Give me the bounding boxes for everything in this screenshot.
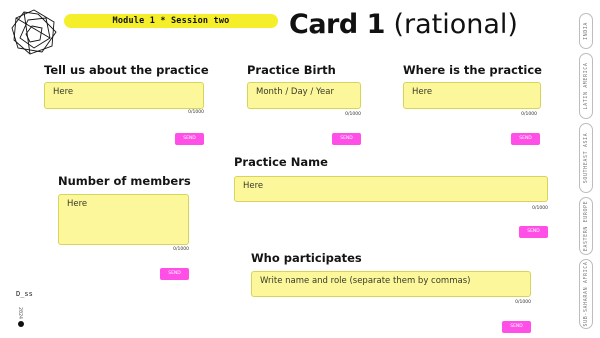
practice-name-label: Practice Name (234, 155, 328, 169)
practice-description-label: Tell us about the practice (44, 63, 209, 77)
geometric-logo-icon (8, 8, 60, 56)
practice-description-input[interactable]: Here (44, 82, 204, 109)
participants-input[interactable]: Write name and role (separate them by co… (251, 271, 531, 297)
practice-birth-label: Practice Birth (247, 63, 336, 77)
practice-birth-date-input[interactable]: Month / Day / Year (247, 82, 361, 109)
practice-location-input[interactable]: Here (403, 82, 541, 109)
tab-india-label: INDIA (583, 21, 589, 41)
tab-latin-america[interactable]: LATIN AMERICA (579, 53, 593, 119)
dot-icon (18, 321, 24, 327)
tab-sub-saharan-africa[interactable]: SUB-SAHARAN AFRICA (579, 259, 593, 329)
practice-description-send-button[interactable]: SEND (175, 133, 204, 145)
tab-eastern-europe[interactable]: EASTERN EUROPE (579, 197, 593, 255)
module-session-badge: Module 1 * Session two (64, 14, 278, 28)
tab-eastern-europe-label: EASTERN EUROPE (583, 200, 589, 252)
practice-location-label: Where is the practice (403, 63, 542, 77)
year-label-container: 2024 (15, 305, 25, 321)
participants-label: Who participates (251, 251, 362, 265)
tab-india[interactable]: INDIA (579, 13, 593, 49)
member-count-input[interactable]: Here (58, 194, 189, 245)
year-label: 2024 (17, 306, 23, 320)
region-tabs: INDIA LATIN AMERICA SOUTHEAST ASIA EASTE… (579, 13, 593, 329)
page-title-bold: Card 1 (289, 9, 385, 40)
tab-sub-saharan-africa-label: SUB-SAHARAN AFRICA (583, 261, 589, 327)
practice-birth-send-button[interactable]: SEND (332, 133, 361, 145)
practice-name-input[interactable]: Here (234, 176, 548, 202)
page-title: Card 1 (rational) (289, 8, 518, 42)
practice-description-counter: 0/1000 (188, 110, 204, 115)
practice-location-send-button[interactable]: SEND (511, 133, 540, 145)
member-count-send-button[interactable]: SEND (160, 268, 189, 280)
participants-send-button[interactable]: SEND (502, 321, 531, 333)
member-count-counter: 0/1000 (173, 247, 189, 252)
practice-location-counter: 0/1000 (521, 112, 537, 117)
tab-latin-america-label: LATIN AMERICA (583, 62, 589, 110)
practice-name-counter: 0/1000 (532, 206, 548, 211)
member-count-label: Number of members (58, 174, 191, 188)
page-title-subtitle: (rational) (393, 9, 518, 40)
practice-name-send-button[interactable]: SEND (519, 226, 548, 238)
practice-birth-counter: 0/1000 (345, 112, 361, 117)
tab-southeast-asia-label: SOUTHEAST ASIA (583, 132, 589, 184)
tab-southeast-asia[interactable]: SOUTHEAST ASIA (579, 123, 593, 193)
brand-mark: D_ss (16, 290, 33, 298)
participants-counter: 0/1000 (515, 300, 531, 305)
